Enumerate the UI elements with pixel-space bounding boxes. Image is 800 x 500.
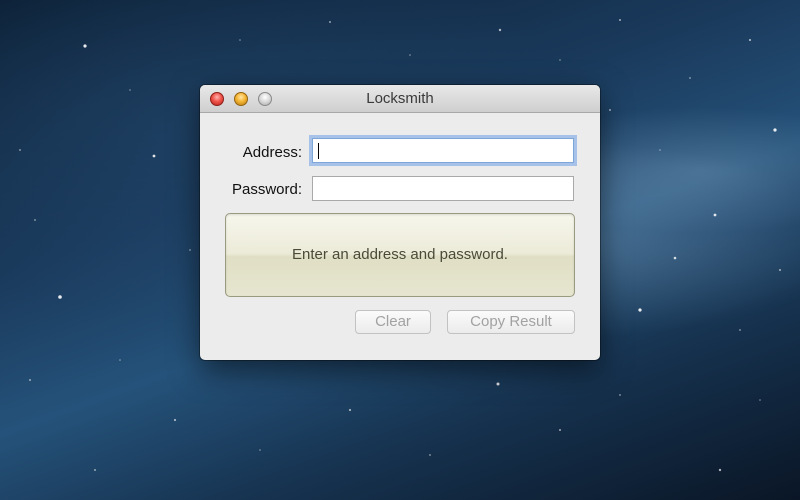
address-input[interactable] bbox=[312, 138, 574, 163]
copy-result-button[interactable]: Copy Result bbox=[447, 310, 575, 334]
address-label: Address: bbox=[242, 144, 302, 161]
text-caret bbox=[318, 143, 319, 159]
password-input[interactable] bbox=[312, 176, 574, 201]
app-window: Locksmith Address: Password: Enter an ad… bbox=[200, 85, 600, 360]
result-message: Enter an address and password. bbox=[292, 246, 508, 263]
result-display: Enter an address and password. bbox=[225, 213, 575, 297]
title-bar[interactable]: Locksmith bbox=[200, 85, 600, 113]
clear-button[interactable]: Clear bbox=[355, 310, 431, 334]
window-title: Locksmith bbox=[366, 90, 434, 107]
password-label: Password: bbox=[231, 181, 302, 198]
desktop-background: Locksmith Address: Password: Enter an ad… bbox=[0, 0, 800, 500]
